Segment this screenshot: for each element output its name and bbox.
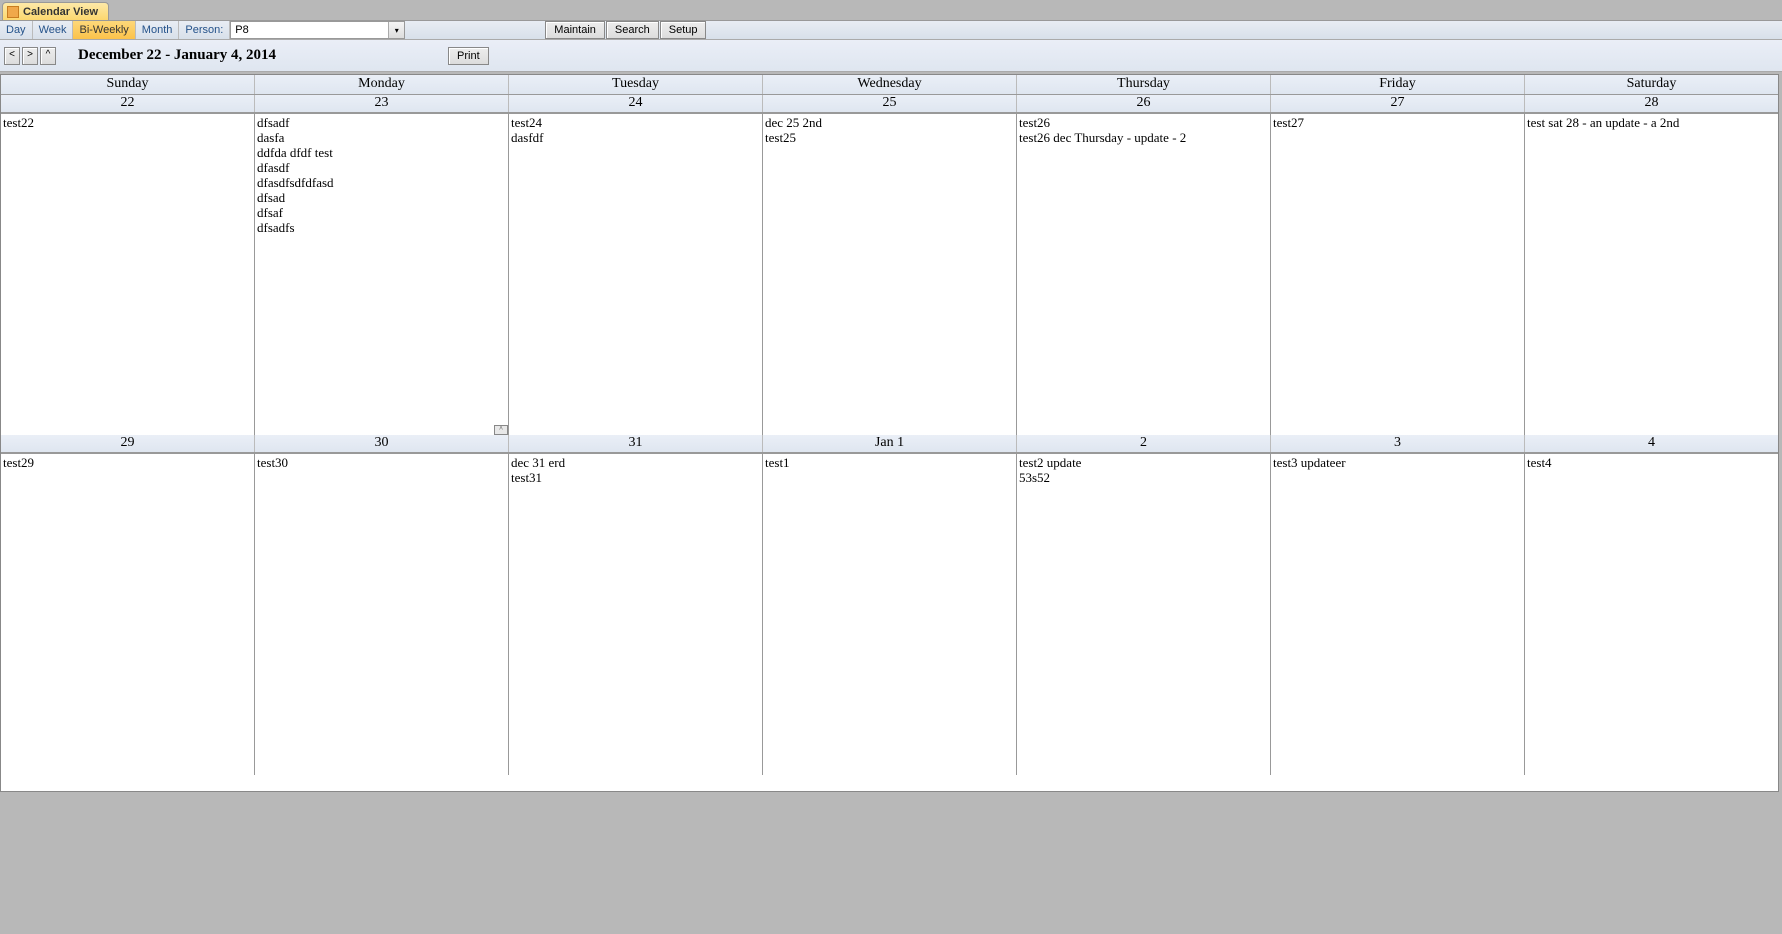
day-cell[interactable]: test30 bbox=[255, 454, 509, 775]
day-header: Tuesday bbox=[509, 75, 763, 94]
day-header: Saturday bbox=[1525, 75, 1778, 94]
day-header: Sunday bbox=[1, 75, 255, 94]
view-month-button[interactable]: Month bbox=[136, 21, 180, 39]
chevron-down-icon: ▾ bbox=[388, 22, 404, 38]
day-cell[interactable]: test26test26 dec Thursday - update - 2 bbox=[1017, 114, 1271, 435]
calendar-event[interactable]: dec 25 2nd bbox=[765, 115, 1014, 130]
expand-handle[interactable]: ^ bbox=[494, 425, 508, 435]
view-day-button[interactable]: Day bbox=[0, 21, 33, 39]
day-cell[interactable]: test3 updateer bbox=[1271, 454, 1525, 775]
calendar-event[interactable]: test22 bbox=[3, 115, 252, 130]
calendar-event[interactable]: dfasdf bbox=[257, 160, 506, 175]
day-cell[interactable]: test27 bbox=[1271, 114, 1525, 435]
calendar-event[interactable]: dasfa bbox=[257, 130, 506, 145]
day-cell[interactable]: test1 bbox=[763, 454, 1017, 775]
calendar-event[interactable]: test1 bbox=[765, 455, 1014, 470]
day-cell[interactable]: test sat 28 - an update - a 2nd bbox=[1525, 114, 1778, 435]
day-cell[interactable]: dfsadfdasfaddfda dfdf testdfasdfdfasdfsd… bbox=[255, 114, 509, 435]
calendar-event[interactable]: dfasdfsdfdfasd bbox=[257, 175, 506, 190]
date-header[interactable]: 2 bbox=[1017, 435, 1271, 452]
day-cell[interactable]: test2 update53s52 bbox=[1017, 454, 1271, 775]
calendar-event[interactable]: test30 bbox=[257, 455, 506, 470]
view-biweekly-button[interactable]: Bi-Weekly bbox=[73, 21, 135, 39]
setup-button[interactable]: Setup bbox=[660, 21, 707, 39]
date-header[interactable]: 23 bbox=[255, 95, 509, 112]
form-icon bbox=[7, 6, 19, 18]
person-value: P8 bbox=[235, 24, 248, 36]
calendar-event[interactable]: test2 update bbox=[1019, 455, 1268, 470]
date-range-label: December 22 - January 4, 2014 bbox=[78, 47, 276, 64]
calendar-event[interactable]: test24 bbox=[511, 115, 760, 130]
calendar-event[interactable]: test4 bbox=[1527, 455, 1776, 470]
calendar-event[interactable]: test sat 28 - an update - a 2nd bbox=[1527, 115, 1776, 130]
calendar-event[interactable]: test26 dec Thursday - update - 2 bbox=[1019, 130, 1268, 145]
calendar-event[interactable]: dasfdf bbox=[511, 130, 760, 145]
nav-toolbar: < > ^ December 22 - January 4, 2014 Prin… bbox=[0, 40, 1782, 72]
person-select[interactable]: P8 ▾ bbox=[230, 21, 405, 39]
maintain-button[interactable]: Maintain bbox=[545, 21, 605, 39]
calendar-event[interactable]: dfsad bbox=[257, 190, 506, 205]
day-header: Monday bbox=[255, 75, 509, 94]
day-header: Thursday bbox=[1017, 75, 1271, 94]
calendar-event[interactable]: test29 bbox=[3, 455, 252, 470]
day-header: Friday bbox=[1271, 75, 1525, 94]
nav-prev-button[interactable]: < bbox=[4, 47, 20, 65]
day-cell[interactable]: dec 25 2ndtest25 bbox=[763, 114, 1017, 435]
date-header[interactable]: 22 bbox=[1, 95, 255, 112]
calendar-event[interactable]: dfsadfs bbox=[257, 220, 506, 235]
view-week-button[interactable]: Week bbox=[33, 21, 74, 39]
person-label: Person: bbox=[179, 21, 230, 39]
calendar-event[interactable]: test26 bbox=[1019, 115, 1268, 130]
nav-up-button[interactable]: ^ bbox=[40, 47, 56, 65]
calendar-grid: SundayMondayTuesdayWednesdayThursdayFrid… bbox=[0, 74, 1779, 792]
window-tab-calendar[interactable]: Calendar View bbox=[2, 2, 109, 20]
calendar-event[interactable]: test25 bbox=[765, 130, 1014, 145]
date-header[interactable]: 28 bbox=[1525, 95, 1778, 112]
calendar-event[interactable]: dec 31 erd bbox=[511, 455, 760, 470]
date-header[interactable]: 24 bbox=[509, 95, 763, 112]
date-header[interactable]: 26 bbox=[1017, 95, 1271, 112]
nav-next-button[interactable]: > bbox=[22, 47, 38, 65]
date-header[interactable]: 29 bbox=[1, 435, 255, 452]
date-header[interactable]: 3 bbox=[1271, 435, 1525, 452]
print-button[interactable]: Print bbox=[448, 47, 489, 65]
day-header: Wednesday bbox=[763, 75, 1017, 94]
day-cell[interactable]: dec 31 erdtest31 bbox=[509, 454, 763, 775]
calendar-event[interactable]: test27 bbox=[1273, 115, 1522, 130]
search-button[interactable]: Search bbox=[606, 21, 659, 39]
window-tab-title: Calendar View bbox=[23, 6, 98, 18]
calendar-event[interactable]: test3 updateer bbox=[1273, 455, 1522, 470]
date-header[interactable]: 31 bbox=[509, 435, 763, 452]
calendar-event[interactable]: ddfda dfdf test bbox=[257, 145, 506, 160]
day-cell[interactable]: test4 bbox=[1525, 454, 1778, 775]
date-header[interactable]: 30 bbox=[255, 435, 509, 452]
calendar-event[interactable]: dfsaf bbox=[257, 205, 506, 220]
date-header[interactable]: 27 bbox=[1271, 95, 1525, 112]
day-cell[interactable]: test29 bbox=[1, 454, 255, 775]
date-header[interactable]: 4 bbox=[1525, 435, 1778, 452]
date-header[interactable]: 25 bbox=[763, 95, 1017, 112]
view-toolbar: Day Week Bi-Weekly Month Person: P8 ▾ Ma… bbox=[0, 20, 1782, 40]
calendar-event[interactable]: dfsadf bbox=[257, 115, 506, 130]
date-header[interactable]: Jan 1 bbox=[763, 435, 1017, 452]
calendar-event[interactable]: 53s52 bbox=[1019, 470, 1268, 485]
calendar-event[interactable]: test31 bbox=[511, 470, 760, 485]
day-cell[interactable]: test22 bbox=[1, 114, 255, 435]
day-cell[interactable]: test24dasfdf bbox=[509, 114, 763, 435]
